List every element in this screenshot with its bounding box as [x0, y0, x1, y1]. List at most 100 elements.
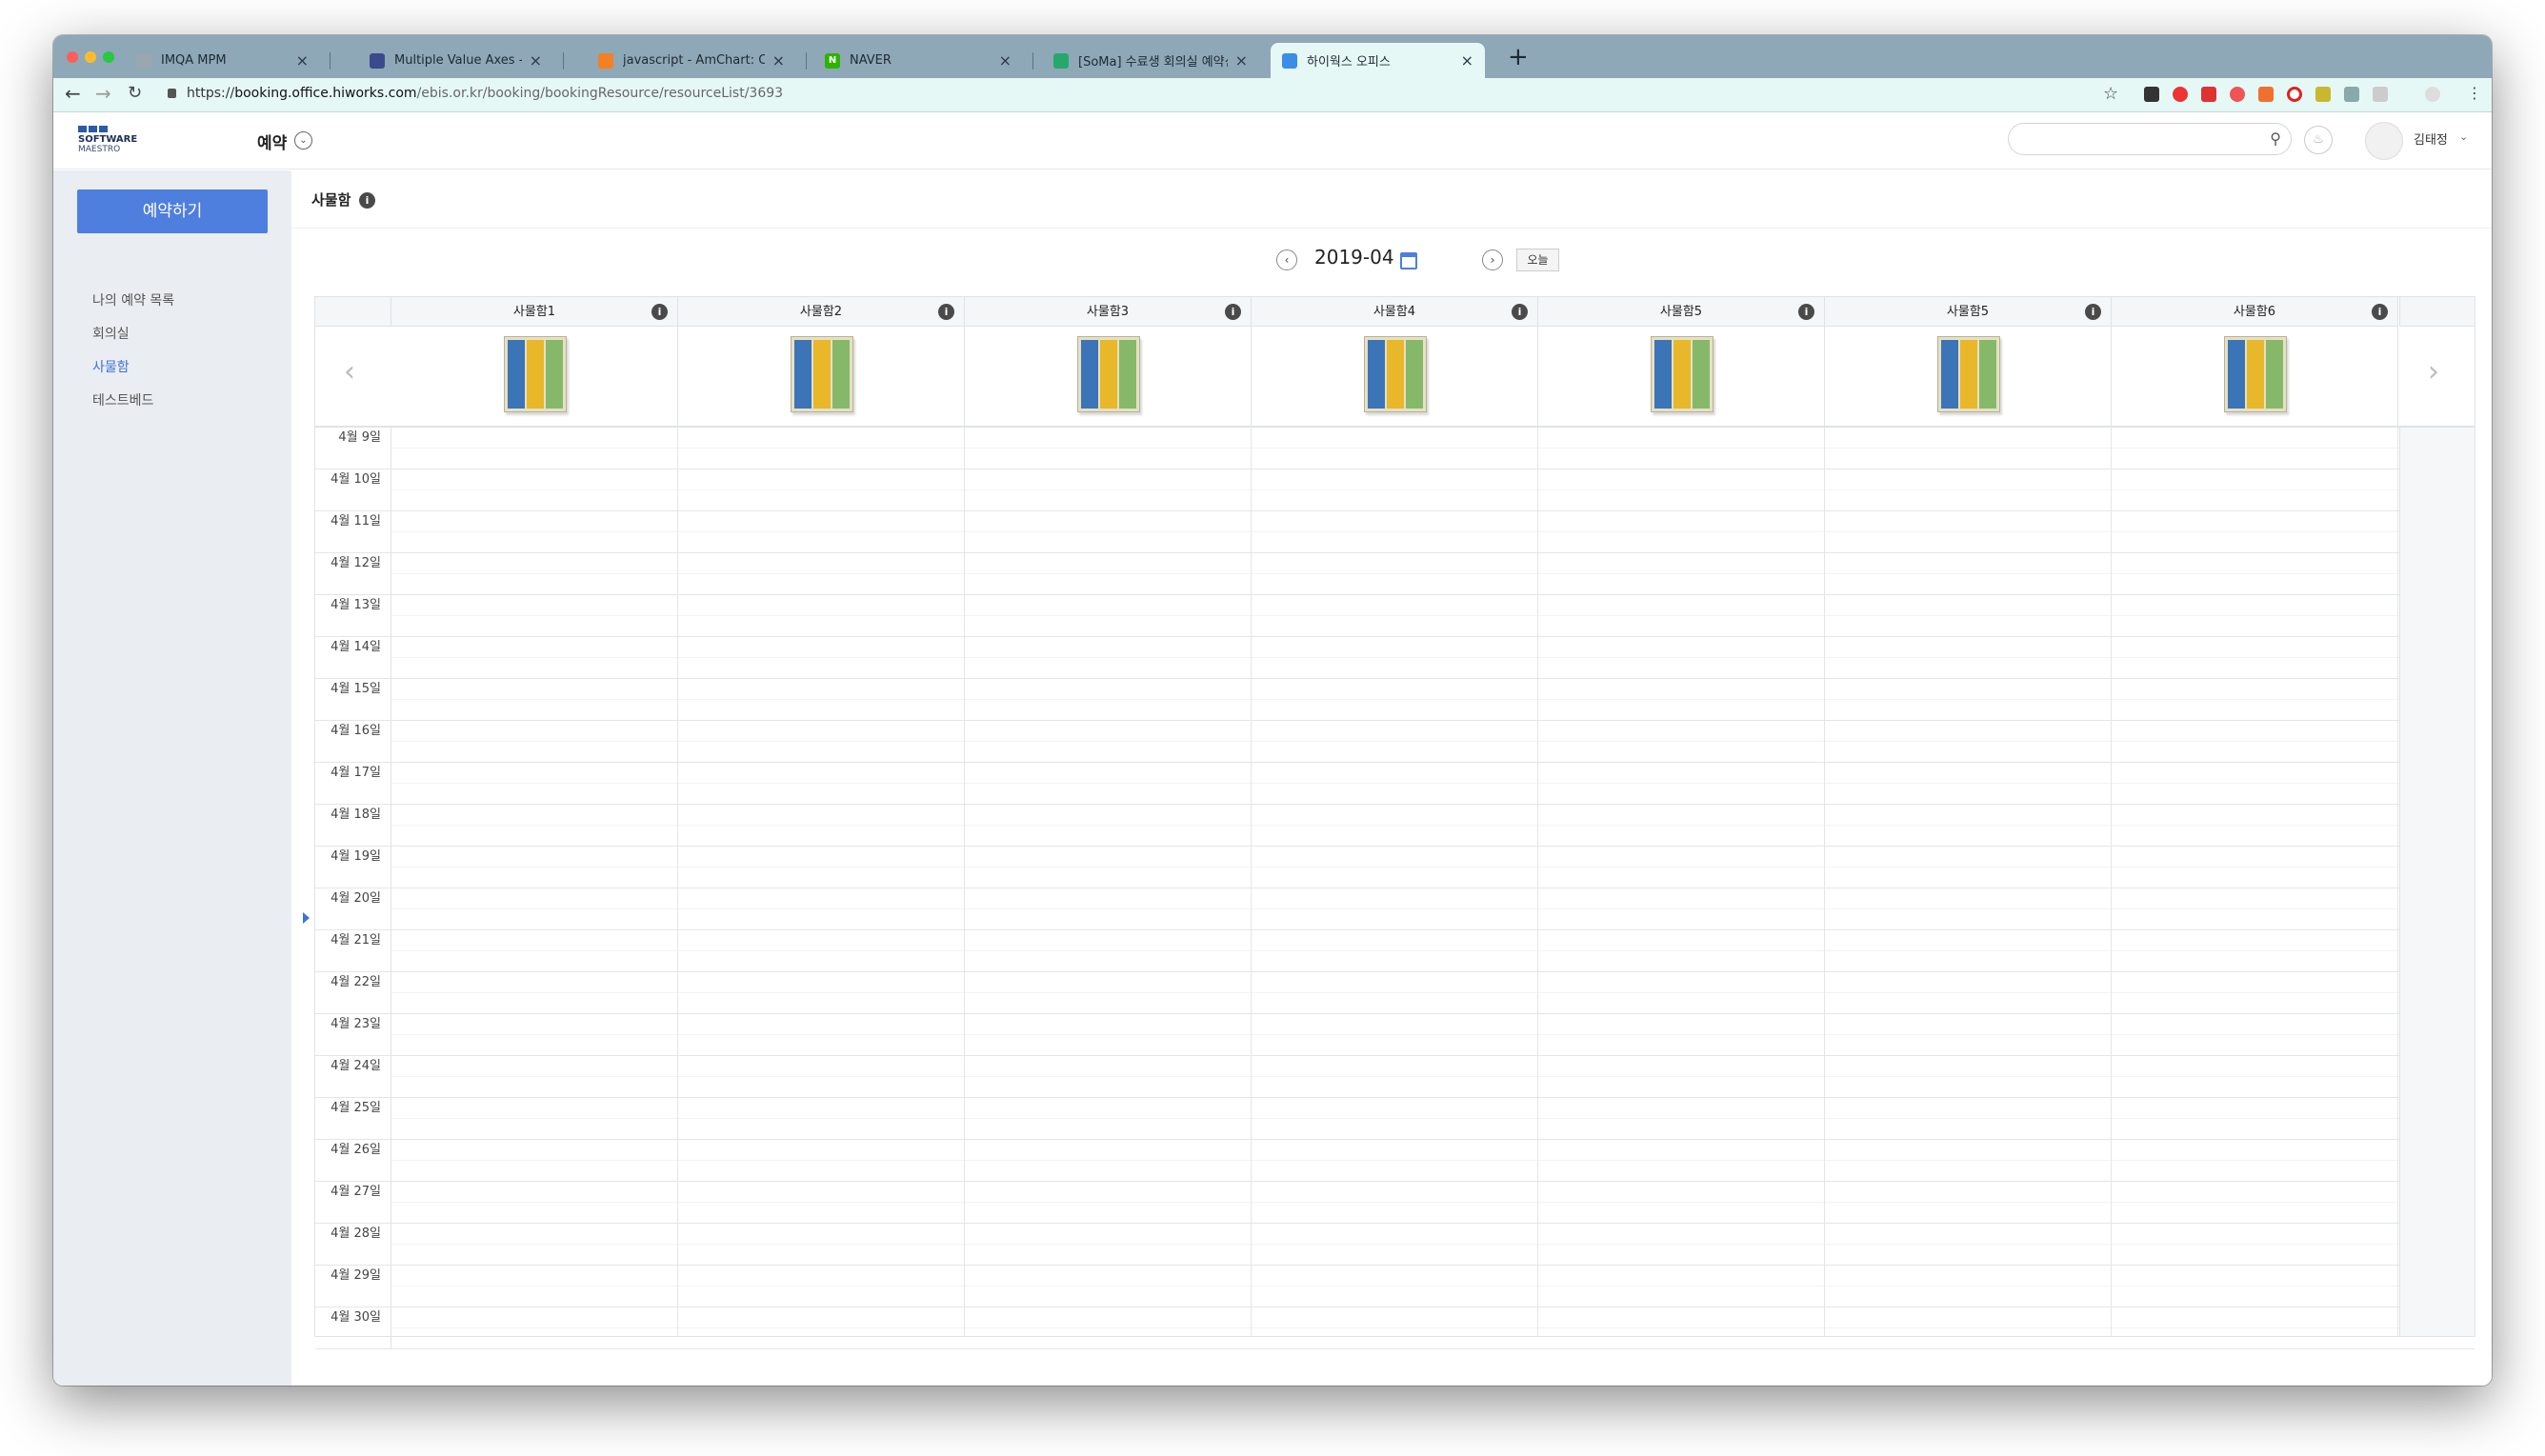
date-row[interactable]: 4월 27일 [315, 1182, 2475, 1224]
sidebar-item-lockers[interactable]: 사물함 [92, 357, 130, 376]
date-row[interactable]: 4월 10일 [315, 469, 2475, 511]
close-window-icon[interactable] [67, 51, 78, 63]
date-row[interactable]: 4월 14일 [315, 637, 2475, 679]
chevron-down-icon[interactable]: ⌄ [294, 131, 312, 150]
bookmark-star-icon[interactable]: ☆ [2103, 86, 2118, 103]
browser-tab[interactable]: Multiple Value Axes - amChart × [358, 43, 553, 78]
extension-icon[interactable] [2315, 87, 2331, 102]
date-row[interactable]: 4월 19일 [315, 847, 2475, 888]
half-day-divider [391, 699, 2399, 700]
search-input[interactable]: ⚲ [2008, 123, 2292, 155]
date-row[interactable]: 4월 29일 [315, 1266, 2475, 1307]
date-label: 4월 15일 [315, 679, 391, 721]
info-icon[interactable]: i [359, 192, 375, 209]
forward-icon[interactable]: → [95, 84, 111, 103]
notification-bell-icon[interactable]: ♨ [2304, 126, 2333, 154]
sidebar-item-testbed[interactable]: 테스트베드 [92, 390, 153, 409]
extension-icon[interactable] [2258, 87, 2274, 102]
close-icon[interactable]: × [296, 51, 309, 70]
date-row[interactable]: 4월 21일 [315, 930, 2475, 972]
extension-icon[interactable] [2373, 87, 2388, 102]
close-icon[interactable]: × [999, 51, 1012, 70]
scroll-left-arrow[interactable]: ‹ [344, 355, 355, 389]
resource-name[interactable]: 사물함4 [1373, 305, 1415, 319]
scroll-right-arrow[interactable]: › [2428, 355, 2439, 389]
back-icon[interactable]: ← [65, 84, 81, 103]
previous-month-button[interactable]: ‹ [1276, 249, 1297, 270]
next-month-button[interactable]: › [1482, 249, 1503, 270]
date-row[interactable]: 4월 20일 [315, 888, 2475, 930]
info-icon[interactable]: i [2085, 304, 2101, 320]
date-row[interactable]: 4월 18일 [315, 805, 2475, 847]
resource-name[interactable]: 사물함1 [513, 305, 555, 319]
half-day-divider [391, 1034, 2399, 1035]
today-button[interactable]: 오늘 [1516, 249, 1559, 271]
close-icon[interactable]: × [1461, 51, 1473, 70]
close-icon[interactable]: × [1235, 51, 1248, 70]
profile-icon[interactable] [2425, 87, 2440, 102]
date-row[interactable]: 4월 12일 [315, 553, 2475, 595]
date-row[interactable]: 4월 30일 [315, 1307, 2475, 1349]
date-row[interactable]: 4월 17일 [315, 763, 2475, 805]
browser-tab[interactable]: IMQA MPM × [125, 43, 320, 78]
resource-name[interactable]: 사물함5 [1660, 305, 1702, 319]
date-row[interactable]: 4월 9일 [315, 428, 2475, 469]
close-icon[interactable]: × [772, 51, 785, 70]
browser-tab[interactable]: 하이웍스 오피스 × [1271, 43, 1485, 78]
date-row[interactable]: 4월 13일 [315, 595, 2475, 637]
half-day-divider [391, 1160, 2399, 1161]
date-row[interactable]: 4월 22일 [315, 972, 2475, 1014]
browser-menu-icon[interactable]: ⋮ [2467, 86, 2482, 101]
resource-name[interactable]: 사물함2 [800, 305, 842, 319]
minimize-window-icon[interactable] [85, 51, 96, 63]
favicon-icon [136, 52, 151, 69]
info-icon[interactable]: i [1225, 304, 1241, 320]
resource-name[interactable]: 사물함5 [1947, 305, 1989, 319]
extension-icon[interactable] [2201, 87, 2216, 102]
info-icon[interactable]: i [938, 304, 954, 320]
calendar-icon[interactable] [1400, 252, 1417, 269]
date-row[interactable]: 4월 23일 [315, 1014, 2475, 1056]
info-icon[interactable]: i [1512, 304, 1528, 320]
browser-tab[interactable]: [SoMa] 수료생 회의실 예약신청 방 × [1042, 43, 1259, 78]
locker-image [1937, 336, 2000, 412]
extension-icon[interactable] [2287, 87, 2302, 102]
date-row[interactable]: 4월 15일 [315, 679, 2475, 721]
browser-tab[interactable]: javascript - AmChart: Change × [587, 43, 796, 78]
avatar[interactable] [2365, 122, 2403, 160]
date-row[interactable]: 4월 16일 [315, 721, 2475, 763]
software-maestro-logo[interactable]: SOFTWARE MAESTRO [78, 126, 145, 154]
date-row[interactable]: 4월 28일 [315, 1224, 2475, 1266]
menu-title[interactable]: 예약 [257, 130, 287, 153]
date-row[interactable]: 4월 26일 [315, 1140, 2475, 1182]
extension-icon[interactable] [2144, 87, 2159, 102]
resource-name[interactable]: 사물함6 [2234, 305, 2275, 319]
close-icon[interactable]: × [530, 51, 542, 70]
url-field[interactable]: https://booking.office.hiworks.com/ebis.… [187, 86, 783, 101]
info-icon[interactable]: i [2372, 304, 2388, 320]
tab-label: 하이웍스 오피스 [1307, 55, 1391, 70]
info-icon[interactable]: i [651, 304, 668, 320]
extension-icon[interactable] [2344, 87, 2359, 102]
tab-separator [330, 52, 331, 70]
sidebar-item-meeting-rooms[interactable]: 회의실 [92, 324, 130, 343]
new-tab-button[interactable]: + [1508, 45, 1529, 70]
info-icon[interactable]: i [1798, 304, 1814, 320]
extension-icon[interactable] [2230, 87, 2245, 102]
favicon-icon [370, 52, 385, 69]
user-name[interactable]: 김태정 [2414, 130, 2448, 148]
resource-name[interactable]: 사물함3 [1087, 305, 1129, 319]
date-row[interactable]: 4월 24일 [315, 1056, 2475, 1098]
locker-image [2224, 336, 2287, 412]
sidebar-item-my-reservations[interactable]: 나의 예약 목록 [92, 290, 174, 309]
date-row[interactable]: 4월 11일 [315, 511, 2475, 553]
reload-icon[interactable]: ↻ [128, 85, 142, 102]
date-label: 4월 25일 [315, 1098, 391, 1140]
date-row[interactable]: 4월 25일 [315, 1098, 2475, 1140]
browser-tab[interactable]: N NAVER × [813, 43, 1023, 78]
search-icon[interactable]: ⚲ [2270, 130, 2281, 148]
chevron-down-icon[interactable]: ⌄ [2459, 130, 2468, 143]
reserve-button[interactable]: 예약하기 [77, 189, 268, 233]
extension-icon[interactable] [2173, 87, 2188, 102]
maximize-window-icon[interactable] [103, 51, 114, 63]
